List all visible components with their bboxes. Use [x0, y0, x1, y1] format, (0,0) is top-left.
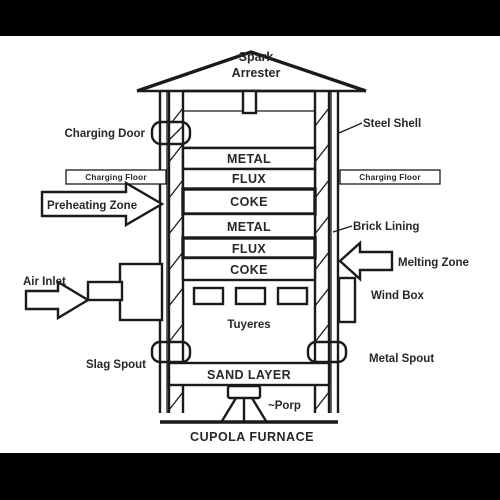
charge-layer-label: COKE — [230, 195, 268, 209]
charging-door-body — [150, 120, 192, 146]
charge-layer-stack: METAL FLUX COKE METAL FLUX COKE — [181, 146, 317, 282]
charging-door-label: Charging Door — [65, 128, 146, 140]
slag-spout-body — [150, 340, 192, 364]
metal-spout-shape — [306, 340, 348, 364]
prop-plate — [226, 384, 262, 400]
melting-zone-arrow — [338, 240, 394, 282]
charge-layer-label: METAL — [227, 220, 271, 234]
brick-lining-label: Brick Lining — [353, 221, 419, 233]
tuyeres-label: Tuyeres — [227, 319, 270, 331]
wind-box-left — [86, 262, 164, 322]
blower-chamber — [118, 262, 164, 322]
wind-box-label: Wind Box — [371, 290, 425, 302]
charging-floor-right-label: Charging Floor — [359, 173, 421, 182]
air-inlet-label: Air Inlet — [23, 276, 66, 288]
brick-lining-leader — [332, 225, 353, 233]
slag-spout-label: Slag Spout — [86, 359, 146, 371]
charging-door-shape — [150, 120, 192, 146]
spark-arrester-label-line2: Arrester — [232, 66, 281, 80]
diagram-title: CUPOLA FURNACE — [190, 430, 314, 444]
steel-shell-label: Steel Shell — [363, 118, 421, 130]
preheating-zone-label: Preheating Zone — [47, 200, 137, 212]
top-chamber — [183, 89, 315, 150]
preheating-zone-arrow: Preheating Zone — [40, 180, 165, 228]
charging-floor-left-label: Charging Floor — [85, 173, 147, 182]
wind-box-right — [337, 276, 357, 324]
charge-layer-label: METAL — [227, 152, 271, 166]
melting-zone-label: Melting Zone — [398, 257, 469, 269]
sand-layer-group: SAND LAYER — [167, 361, 331, 387]
stack-opening — [241, 89, 258, 115]
tuyere-box — [234, 286, 267, 306]
slag-spout-shape — [150, 340, 192, 364]
metal-spout-body — [306, 340, 348, 364]
charge-layer-label: FLUX — [232, 242, 266, 256]
charge-layer-label: FLUX — [232, 172, 266, 186]
prop-label: ~Porp — [268, 400, 301, 412]
spark-arrester-label-line1: Spark — [239, 50, 274, 64]
metal-spout-label: Metal Spout — [369, 353, 434, 365]
air-duct — [86, 280, 124, 302]
diagram-canvas: Spark Arrester METAL FLUX COKE METAL FLU… — [0, 36, 500, 453]
charge-layer-label: COKE — [230, 263, 268, 277]
tuyeres-group: Tuyeres — [192, 286, 309, 331]
wind-box-shape — [337, 276, 357, 324]
steel-shell-leader — [338, 122, 363, 134]
charging-floor-right: Charging Floor — [339, 169, 441, 185]
tuyere-box — [276, 286, 309, 306]
sand-layer-label: SAND LAYER — [207, 368, 291, 382]
screenshot-stage: Spark Arrester METAL FLUX COKE METAL FLU… — [0, 0, 500, 500]
charging-floor-left: Charging Floor — [65, 169, 167, 185]
tuyere-box — [192, 286, 225, 306]
cupola-furnace-diagram: Spark Arrester METAL FLUX COKE METAL FLU… — [23, 50, 469, 444]
